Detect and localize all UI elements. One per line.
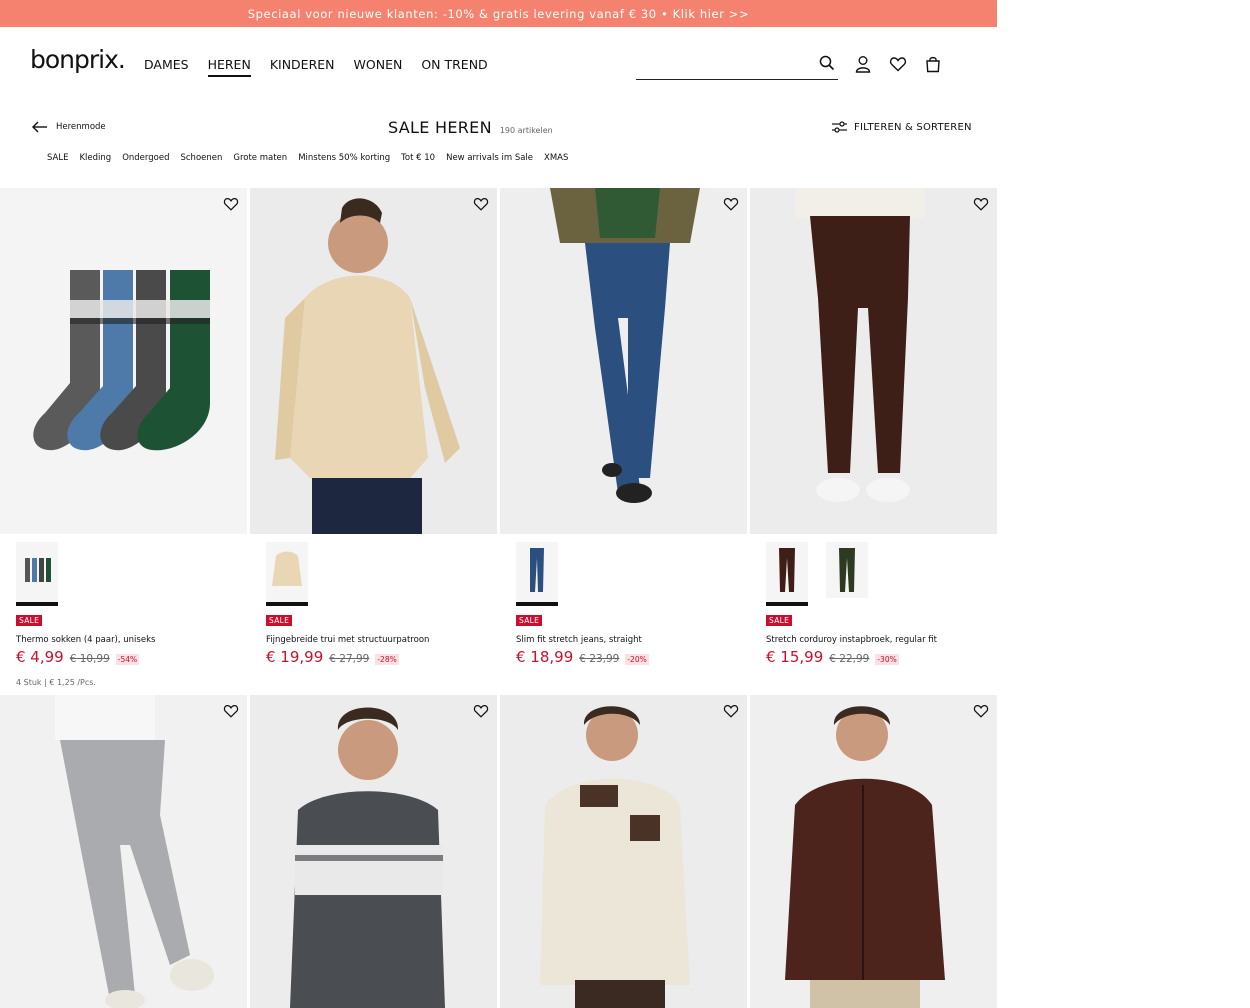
current-price: € 19,99 <box>266 648 324 666</box>
discount-badge: -20% <box>625 654 649 665</box>
corduroy-image <box>795 188 925 502</box>
color-swatch[interactable] <box>826 542 868 598</box>
old-price: € 23,99 <box>579 653 620 665</box>
cat-ondergoed[interactable]: Ondergoed <box>122 153 169 163</box>
page-title: SALE HEREN <box>388 118 492 137</box>
cat-schoenen[interactable]: Schoenen <box>180 153 222 163</box>
product-image[interactable] <box>500 188 747 534</box>
arrow-left-icon <box>32 121 47 133</box>
price-row: € 18,99 € 23,99 -20% <box>516 648 649 666</box>
price-row: € 15,99 € 22,99 -30% <box>766 648 899 666</box>
product-image[interactable] <box>750 695 997 1008</box>
swatch-thumb <box>272 551 302 586</box>
product-image[interactable] <box>0 188 247 534</box>
product-image[interactable] <box>250 188 497 534</box>
color-swatches <box>266 542 308 606</box>
product-image[interactable] <box>250 695 497 1008</box>
filter-label: FILTEREN & SORTEREN <box>854 121 972 133</box>
wishlist-heart-icon[interactable] <box>473 703 489 719</box>
article-count: 190 artikelen <box>499 126 553 135</box>
sweater-image <box>275 198 460 534</box>
price-row: € 19,99 € 27,99 -28% <box>266 648 399 666</box>
cat-sale[interactable]: SALE <box>47 153 68 163</box>
unit-price: 4 Stuk | € 1,25 /Pcs. <box>16 678 96 687</box>
main-nav: DAMES HEREN KINDEREN WONEN ON TREND <box>144 57 507 77</box>
nav-heren[interactable]: HEREN <box>207 57 251 77</box>
grey-jeans-image <box>55 695 214 1008</box>
discount-badge: -30% <box>875 654 899 665</box>
swatch-thumb <box>839 548 855 592</box>
jeans-image <box>550 188 700 503</box>
product-name[interactable]: Fijngebreide trui met structuurpatroon <box>266 635 429 645</box>
promo-banner[interactable]: Speciaal voor nieuwe klanten: -10% & gra… <box>0 0 997 27</box>
nordic-sweater-image <box>290 707 445 1008</box>
old-price: € 22,99 <box>829 653 870 665</box>
cat-tot-10[interactable]: Tot € 10 <box>401 153 435 163</box>
nav-on-trend[interactable]: ON TREND <box>421 57 487 77</box>
product-name[interactable]: Slim fit stretch jeans, straight <box>516 635 642 645</box>
swatch-thumb <box>530 548 544 592</box>
current-price: € 4,99 <box>16 648 64 666</box>
wishlist-heart-icon[interactable] <box>223 703 239 719</box>
troyer-sweater-image <box>540 706 690 1008</box>
filter-sort-button[interactable]: FILTEREN & SORTEREN <box>832 121 972 133</box>
nav-wonen[interactable]: WONEN <box>354 57 403 77</box>
search-bar <box>636 53 838 80</box>
account-icon[interactable] <box>854 55 872 73</box>
price-row: € 4,99 € 10,99 -54% <box>16 648 140 666</box>
cat-50-korting[interactable]: Minstens 50% korting <box>298 153 390 163</box>
current-price: € 15,99 <box>766 648 824 666</box>
category-links: SALE Kleding Ondergoed Schoenen Grote ma… <box>47 153 579 163</box>
sale-badge: SALE <box>266 615 293 626</box>
color-swatch[interactable] <box>516 542 558 606</box>
sale-badge: SALE <box>766 615 793 626</box>
product-image[interactable] <box>0 695 247 1008</box>
old-price: € 10,99 <box>69 653 110 665</box>
bonprix-logo[interactable]: bonprix. <box>30 45 126 74</box>
wishlist-heart-icon[interactable] <box>973 196 989 212</box>
color-swatches <box>516 542 558 606</box>
current-price: € 18,99 <box>516 648 574 666</box>
promo-text: Speciaal voor nieuwe klanten: -10% & gra… <box>247 6 750 21</box>
discount-badge: -54% <box>115 654 140 665</box>
cardigan-image <box>785 706 945 1008</box>
wishlist-heart-icon[interactable] <box>723 703 739 719</box>
sale-badge: SALE <box>16 615 43 626</box>
wishlist-heart-icon[interactable] <box>723 196 739 212</box>
color-swatches <box>766 542 868 606</box>
back-link[interactable]: Herenmode <box>32 121 106 133</box>
swatch-thumb <box>25 558 51 582</box>
filter-sliders-icon <box>832 121 847 133</box>
old-price: € 27,99 <box>329 653 370 665</box>
socks-image <box>33 270 210 451</box>
wishlist-heart-icon[interactable] <box>223 196 239 212</box>
wishlist-heart-icon[interactable] <box>973 703 989 719</box>
cat-xmas[interactable]: XMAS <box>544 153 568 163</box>
cat-new-arrivals[interactable]: New arrivals im Sale <box>446 153 533 163</box>
bag-icon[interactable] <box>924 55 942 73</box>
nav-kinderen[interactable]: KINDEREN <box>270 57 335 77</box>
discount-badge: -28% <box>375 654 399 665</box>
color-swatches <box>16 542 58 606</box>
product-image[interactable] <box>750 188 997 534</box>
back-label: Herenmode <box>56 122 106 132</box>
product-name[interactable]: Thermo sokken (4 paar), uniseks <box>16 635 155 645</box>
swatch-thumb <box>779 548 795 592</box>
color-swatch[interactable] <box>766 542 808 606</box>
search-icon[interactable] <box>819 55 835 71</box>
sale-badge: SALE <box>516 615 543 626</box>
site-header: bonprix. DAMES HEREN KINDEREN WONEN ON T… <box>0 27 997 99</box>
cat-kleding[interactable]: Kleding <box>79 153 111 163</box>
color-swatch[interactable] <box>16 542 58 606</box>
nav-dames[interactable]: DAMES <box>144 57 189 77</box>
search-input[interactable] <box>636 53 806 77</box>
product-name[interactable]: Stretch corduroy instapbroek, regular fi… <box>766 635 937 645</box>
wishlist-icon[interactable] <box>889 55 907 73</box>
listing-toolbar: Herenmode SALE HEREN 190 artikelen FILTE… <box>0 110 997 150</box>
title-group: SALE HEREN 190 artikelen <box>388 118 553 137</box>
wishlist-heart-icon[interactable] <box>473 196 489 212</box>
cat-grote-maten[interactable]: Grote maten <box>233 153 287 163</box>
color-swatch[interactable] <box>266 542 308 606</box>
product-image[interactable] <box>500 695 747 1008</box>
